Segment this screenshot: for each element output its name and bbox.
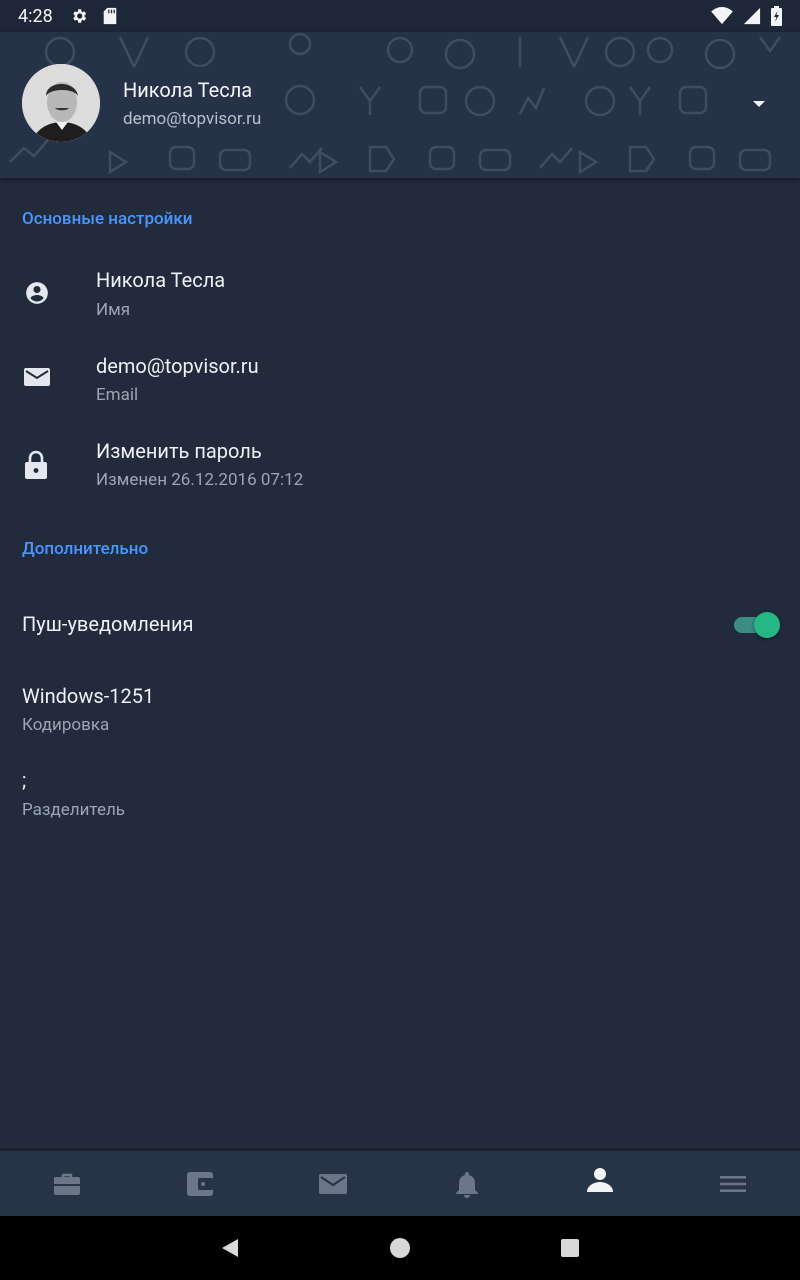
mail-icon — [318, 1173, 347, 1194]
person-icon — [586, 1167, 613, 1192]
dropdown-arrow-icon[interactable] — [752, 100, 766, 108]
header-pattern — [9, 32, 782, 175]
back-button[interactable] — [210, 1216, 250, 1280]
briefcase-icon — [53, 1173, 80, 1195]
back-triangle-icon — [222, 1239, 238, 1257]
push-toggle[interactable] — [734, 612, 780, 638]
sd-card-icon — [103, 7, 117, 25]
wallet-icon — [186, 1171, 213, 1196]
bottom-nav — [0, 1148, 800, 1216]
nav-notifications[interactable] — [400, 1151, 533, 1216]
recents-button[interactable] — [550, 1216, 590, 1280]
password-title: Изменить пароль — [96, 439, 262, 463]
home-circle-icon — [390, 1238, 410, 1258]
profile-name: Никола Тесла — [123, 78, 253, 102]
account-circle-icon — [26, 282, 48, 304]
email-icon — [24, 368, 50, 386]
lock-icon — [25, 450, 47, 479]
profile-email: demo@topvisor.ru — [123, 109, 262, 129]
recents-square-icon — [561, 1239, 579, 1257]
bell-icon — [455, 1171, 478, 1198]
password-changed: Изменен 26.12.2016 07:12 — [96, 470, 304, 490]
nav-profile[interactable] — [533, 1151, 666, 1216]
nav-projects[interactable] — [0, 1151, 133, 1216]
email-label: Email — [96, 385, 139, 405]
separator-value: ; — [22, 768, 27, 792]
status-bar: 4:28 — [0, 0, 800, 32]
separator-label: Разделитель — [22, 800, 126, 820]
section-title-basic: Основные настройки — [22, 209, 193, 229]
gear-icon — [73, 9, 87, 23]
nav-wallet[interactable] — [133, 1151, 266, 1216]
push-label: Пуш-уведомления — [22, 612, 194, 636]
cell-signal-icon — [743, 7, 761, 25]
profile-header[interactable]: Никола Тесла demo@topvisor.ru — [0, 32, 800, 178]
email-value: demo@topvisor.ru — [96, 354, 259, 378]
battery-icon — [771, 6, 782, 26]
section-title-extra: Дополнительно — [22, 539, 149, 559]
nav-messages[interactable] — [266, 1151, 399, 1216]
menu-icon — [719, 1175, 746, 1192]
status-time: 4:28 — [18, 6, 53, 27]
nav-menu[interactable] — [666, 1151, 799, 1216]
wifi-icon — [711, 7, 733, 25]
encoding-value: Windows-1251 — [22, 684, 155, 708]
avatar — [22, 64, 100, 142]
name-label: Имя — [96, 300, 131, 320]
home-button[interactable] — [380, 1216, 420, 1280]
name-value: Никола Тесла — [96, 268, 226, 292]
encoding-label: Кодировка — [22, 715, 110, 735]
system-navigation-bar — [0, 1216, 800, 1280]
